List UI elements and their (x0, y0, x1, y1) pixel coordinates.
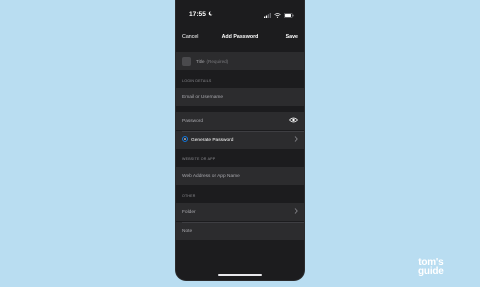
phone-screen: 17:55 Cancel Add Password Save Title (Re… (176, 0, 304, 280)
chevron-right-icon (294, 136, 298, 144)
status-time-group: 17:55 (189, 11, 213, 18)
generate-password-left: Generate Password (182, 136, 233, 144)
folder-row[interactable]: Folder (176, 203, 304, 221)
chevron-right-icon (294, 208, 298, 216)
home-indicator (218, 274, 262, 276)
status-bar: 17:55 (176, 0, 304, 28)
wifi-icon (274, 5, 281, 23)
watermark-line2: guide (418, 266, 444, 277)
note-field[interactable]: Note (176, 222, 304, 240)
password-placeholder: Password (182, 118, 204, 124)
title-label: Title (196, 58, 205, 64)
note-placeholder: Note (182, 228, 193, 234)
status-icons (264, 5, 294, 23)
username-field[interactable]: Email or Username (176, 88, 304, 106)
key-icon (182, 136, 188, 144)
navigation-bar: Cancel Add Password Save (176, 30, 304, 44)
title-required-hint: (Required) (206, 58, 229, 64)
save-button[interactable]: Save (286, 34, 298, 40)
moon-icon (208, 10, 213, 18)
title-field[interactable]: Title (Required) (176, 52, 304, 70)
section-header-website: WEBSITE OR APP (182, 157, 216, 161)
toms-guide-watermark: tom's guide (418, 258, 444, 277)
section-header-other: OTHER (182, 194, 196, 198)
site-icon-placeholder (182, 56, 191, 66)
password-field[interactable]: Password (176, 112, 304, 130)
website-placeholder: Web Address or App Name (182, 173, 240, 179)
cancel-button[interactable]: Cancel (182, 34, 199, 40)
section-header-login: LOGIN DETAILS (182, 79, 212, 83)
folder-label: Folder (182, 209, 196, 215)
status-time: 17:55 (189, 10, 206, 18)
signal-icon (264, 5, 271, 23)
eye-icon[interactable] (289, 117, 298, 125)
generate-password-label: Generate Password (191, 137, 234, 143)
battery-icon (284, 5, 294, 23)
generate-password-row[interactable]: Generate Password (176, 131, 304, 149)
username-placeholder: Email or Username (182, 94, 224, 100)
website-field[interactable]: Web Address or App Name (176, 167, 304, 185)
